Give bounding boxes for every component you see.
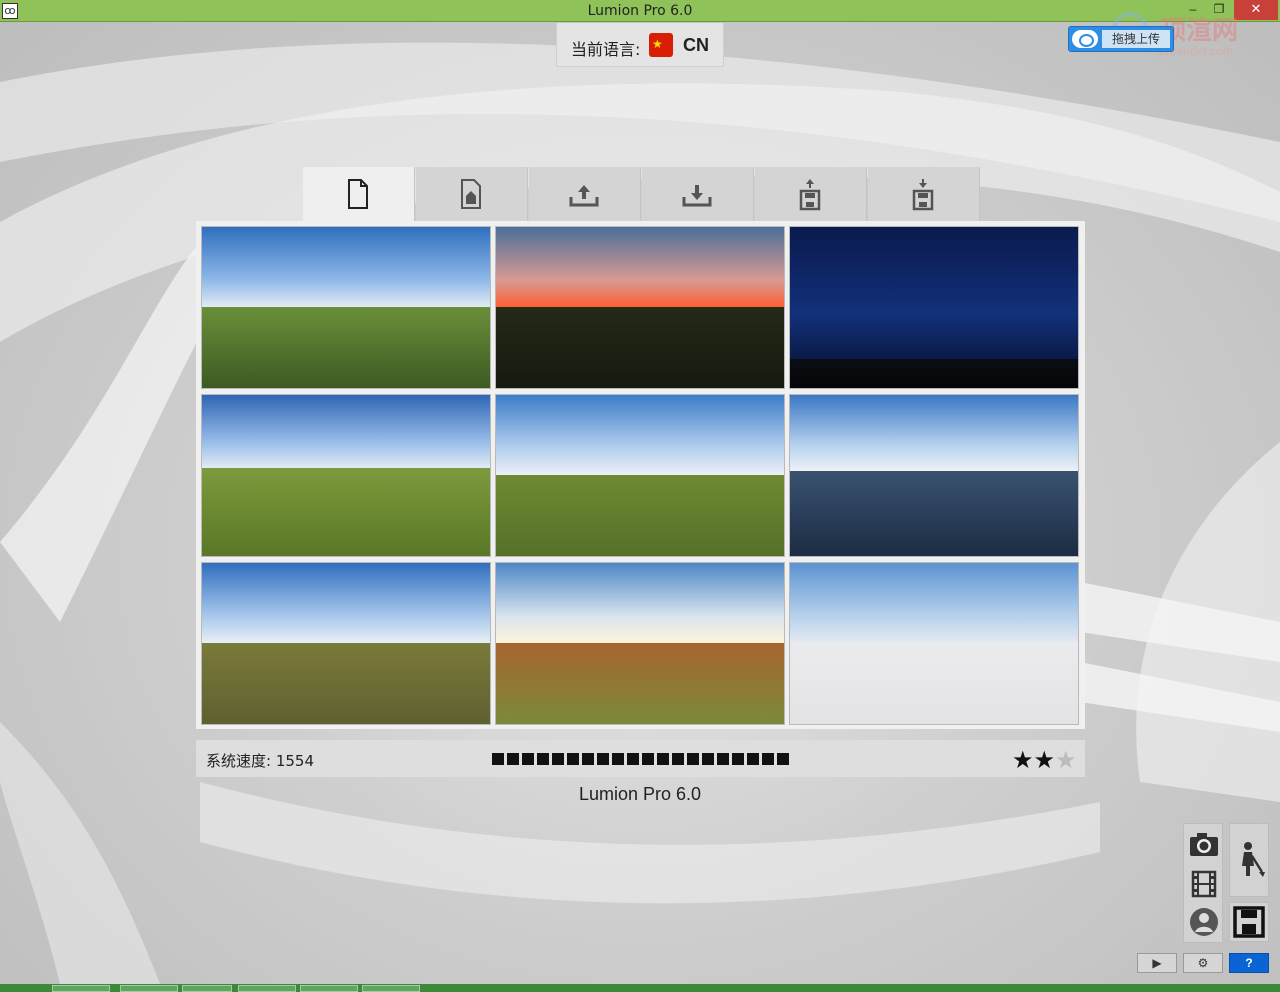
- thumbnail-ground: [496, 307, 784, 388]
- thumbnail-sky: [790, 227, 1078, 361]
- help-button[interactable]: ?: [1229, 953, 1269, 973]
- camera-icon: [1190, 833, 1218, 856]
- window-title: Lumion Pro 6.0: [587, 3, 693, 19]
- scene-thumbnail-mountain-lake[interactable]: [789, 394, 1079, 557]
- china-flag-icon: ★: [649, 33, 673, 57]
- speed-segment: [507, 753, 519, 765]
- settings-button[interactable]: ⚙: [1183, 953, 1223, 973]
- camera-button[interactable]: [1188, 828, 1220, 860]
- taskbar-item[interactable]: [300, 985, 358, 992]
- upload-tray-icon: [569, 185, 599, 207]
- thumbnail-ground: [790, 643, 1078, 724]
- scene-thumbnail-night[interactable]: [789, 226, 1079, 389]
- scene-thumbnail-grass-day[interactable]: [201, 226, 491, 389]
- speed-segment: [732, 753, 744, 765]
- save-button[interactable]: [1229, 902, 1269, 942]
- floppy-save-icon: [1233, 906, 1265, 938]
- speed-segment: [717, 753, 729, 765]
- speed-segment: [597, 753, 609, 765]
- example-scene-icon: [461, 179, 481, 209]
- speed-segment: [492, 753, 504, 765]
- language-code: CN: [683, 35, 709, 55]
- tab-new-scene[interactable]: [303, 167, 415, 221]
- thumbnail-ground: [496, 475, 784, 556]
- thumbnail-ground: [496, 643, 784, 724]
- thumbnail-ground: [790, 359, 1078, 388]
- taskbar-item[interactable]: [238, 985, 296, 992]
- download-tray-icon: [682, 185, 712, 207]
- thumbnail-sky: [496, 227, 784, 309]
- tab-example-scenes[interactable]: [416, 167, 528, 221]
- thumbnail-sky: [202, 227, 490, 309]
- speed-segment: [567, 753, 579, 765]
- scene-thumbnail-sunset[interactable]: [495, 226, 785, 389]
- speed-segment: [552, 753, 564, 765]
- floppy-up-icon: [799, 179, 821, 211]
- tab-save-scene[interactable]: [868, 167, 980, 221]
- thumbnail-sky: [790, 563, 1078, 645]
- thumbnail-sky: [202, 395, 490, 470]
- speed-segment: [687, 753, 699, 765]
- speed-segment: [537, 753, 549, 765]
- taskbar-item[interactable]: [182, 985, 232, 992]
- system-speed-label: 系统速度: 1554: [206, 752, 314, 770]
- rating-star-icon: ★: [1055, 747, 1077, 774]
- scene-thumbnail-meadow[interactable]: [495, 394, 785, 557]
- speed-segment: [627, 753, 639, 765]
- rating-star-icon: ★: [1012, 747, 1034, 774]
- speed-segment: [657, 753, 669, 765]
- speed-segment: [642, 753, 654, 765]
- title-bar: ꝏ Lumion Pro 6.0 – ❐ ✕: [0, 0, 1280, 22]
- play-button[interactable]: ▶: [1137, 953, 1177, 973]
- floppy-down-icon: [912, 179, 934, 211]
- thumbnail-sky: [496, 395, 784, 477]
- speed-rating: ★★★: [1012, 746, 1077, 775]
- os-taskbar: [0, 984, 1280, 992]
- thumbnail-sky: [790, 395, 1078, 473]
- thumbnail-sky: [496, 563, 784, 645]
- taskbar-item[interactable]: [120, 985, 178, 992]
- movie-button[interactable]: [1188, 868, 1220, 900]
- speed-segment: [612, 753, 624, 765]
- scene-thumbnail-hills-day[interactable]: [201, 394, 491, 557]
- thumbnail-sky: [202, 563, 490, 645]
- rating-star-icon: ★: [1033, 747, 1056, 774]
- speed-segment: [762, 753, 774, 765]
- tool-column: [1183, 823, 1223, 943]
- tab-import[interactable]: [529, 167, 641, 221]
- upload-label: 拖拽上传: [1102, 30, 1170, 48]
- tab-load-scene[interactable]: [755, 167, 867, 221]
- status-bar: 系统速度: 1554 ★★★: [196, 740, 1085, 777]
- scene-thumbnail-desert-sun[interactable]: [495, 562, 785, 725]
- panorama-button[interactable]: [1188, 906, 1220, 938]
- film-icon: [1191, 870, 1217, 898]
- build-mode-button[interactable]: [1229, 823, 1269, 897]
- scene-panel: [196, 221, 1085, 729]
- speed-segment: [582, 753, 594, 765]
- version-label: Lumion Pro 6.0: [578, 784, 702, 804]
- taskbar-item[interactable]: [52, 985, 110, 992]
- scene-tabs: [303, 167, 981, 221]
- thumbnail-ground: [202, 468, 490, 556]
- speed-segment: [747, 753, 759, 765]
- tab-export[interactable]: [642, 167, 754, 221]
- scene-thumbnail-coast-field[interactable]: [201, 562, 491, 725]
- language-label: 当前语言:: [571, 40, 641, 59]
- thumbnail-ground: [790, 471, 1078, 556]
- scene-thumbnail-blank-sky[interactable]: [789, 562, 1079, 725]
- speed-segment: [777, 753, 789, 765]
- speed-segment: [672, 753, 684, 765]
- taskbar-item[interactable]: [362, 985, 420, 992]
- new-document-icon: [348, 179, 368, 209]
- thumbnail-ground: [202, 643, 490, 724]
- speed-segment: [522, 753, 534, 765]
- cloud-upload-icon: [1072, 30, 1098, 48]
- language-selector[interactable]: 当前语言: ★ CN: [556, 23, 724, 67]
- upload-widget[interactable]: 拖拽上传: [1068, 26, 1174, 52]
- thumbnail-ground: [202, 307, 490, 388]
- speed-segment: [702, 753, 714, 765]
- avatar-icon: [1190, 908, 1218, 936]
- worker-icon: [1242, 842, 1265, 877]
